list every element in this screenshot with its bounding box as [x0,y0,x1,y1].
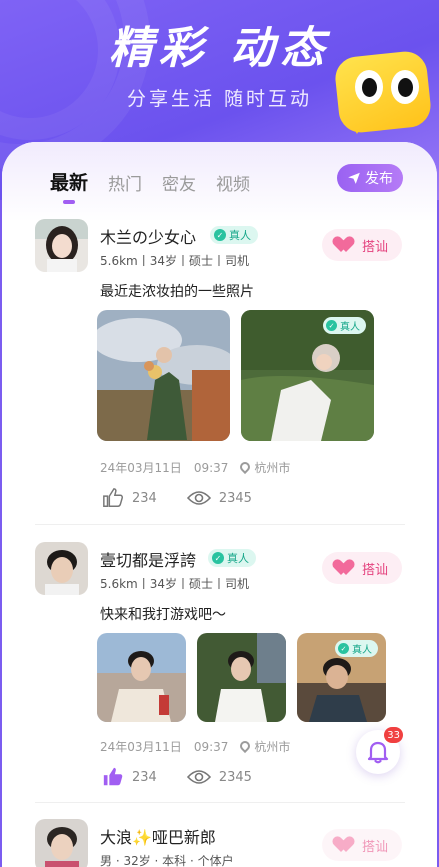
post-photo[interactable]: ✓ 真人 [297,633,386,722]
post-time: 09:37 [193,739,229,754]
greet-button[interactable]: 搭讪 [322,829,402,861]
verified-badge: ✓ 真人 [335,640,378,657]
user-meta: 5.6km丨34岁丨硕士丨司机 [100,254,249,268]
heart-icon [336,560,356,576]
location-icon [238,459,253,475]
post-timestamp: 24年03月11日 09:37 杭州市 [100,738,290,755]
avatar[interactable] [35,542,88,595]
username: 大浪✨哑巴新郎 [100,828,216,847]
divider [35,802,405,803]
post-timestamp: 24年03月11日 09:37 杭州市 [100,459,290,476]
avatar[interactable] [35,219,88,272]
check-icon: ✓ [212,552,224,564]
heart-icon [336,837,356,853]
check-icon: ✓ [338,643,349,654]
user-meta: 5.6km丨34岁丨硕士丨司机 [100,577,249,591]
post-text: 快来和我打游戏吧～ [100,607,226,623]
verified-badge: ✓ 真人 [323,317,366,334]
check-icon: ✓ [214,229,226,241]
post-location: 杭州市 [238,459,290,476]
post-photo[interactable]: ✓ 真人 [241,310,374,441]
views-stat: 2345 [186,489,252,507]
view-count: 2345 [218,769,252,785]
check-icon: ✓ [326,320,337,331]
tab-hot[interactable]: 热门 [108,170,142,195]
views-stat: 2345 [186,768,252,786]
like-button[interactable]: 234 [102,766,157,788]
user-meta: 男 · 32岁 · 本科 · 个体户 [100,854,234,867]
post-time: 09:37 [193,460,229,475]
divider [35,524,405,525]
mascot-eye [391,70,419,104]
greet-button[interactable]: 搭讪 [322,229,402,261]
verified-badge: ✓ 真人 [208,549,256,567]
post-item: 大浪✨哑巴新郎 男 · 32岁 · 本科 · 个体户 搭讪 [2,819,437,867]
verified-label: 真人 [229,229,251,242]
post-photo[interactable] [197,633,286,722]
mascot-illustration [333,49,433,138]
thumbs-up-icon [103,488,124,507]
notification-count-badge: 33 [384,727,403,743]
mascot-eye [355,70,383,104]
tab-close-friends[interactable]: 密友 [162,170,196,195]
username: 壹切都是浮誇 [100,551,197,570]
greet-label: 搭讪 [361,562,388,578]
like-button[interactable]: 234 [102,487,157,509]
greet-button[interactable]: 搭讪 [322,552,402,584]
verified-badge: ✓ 真人 [210,226,258,244]
post-location: 杭州市 [238,738,290,755]
post-stats: 234 2345 [102,766,252,788]
heart-icon [336,237,356,253]
send-icon [348,172,360,184]
post-date: 24年03月11日 [100,740,182,754]
like-count: 234 [132,769,157,785]
eye-icon [186,491,211,505]
post-photo[interactable] [97,633,186,722]
post-photo[interactable] [97,310,230,441]
eye-icon [186,770,211,784]
publish-button[interactable]: 发布 [337,164,403,192]
avatar[interactable] [35,819,88,867]
verified-label: 真人 [352,645,372,656]
publish-label: 发布 [365,171,393,187]
verified-label: 真人 [340,322,360,333]
post-date: 24年03月11日 [100,461,182,475]
greet-label: 搭讪 [361,239,388,255]
post-stats: 234 2345 [102,487,252,509]
verified-label: 真人 [227,552,249,565]
post-text: 最近走浓妆拍的一些照片 [100,284,254,300]
feed-tabs: 最新 热门 密友 视频 [50,168,250,204]
post-item: 木兰の少女心 ✓ 真人 5.6km丨34岁丨硕士丨司机 搭讪 最近走浓妆拍的一些… [2,219,437,549]
view-count: 2345 [218,490,252,506]
username: 木兰の少女心 [100,228,197,247]
tab-video[interactable]: 视频 [216,170,250,195]
location-icon [238,738,253,754]
greet-label: 搭讪 [361,839,388,855]
thumbs-up-icon [103,767,123,786]
like-count: 234 [132,490,157,506]
bell-icon [367,741,389,764]
notification-button[interactable]: 33 [356,727,403,774]
tab-latest[interactable]: 最新 [50,168,88,204]
